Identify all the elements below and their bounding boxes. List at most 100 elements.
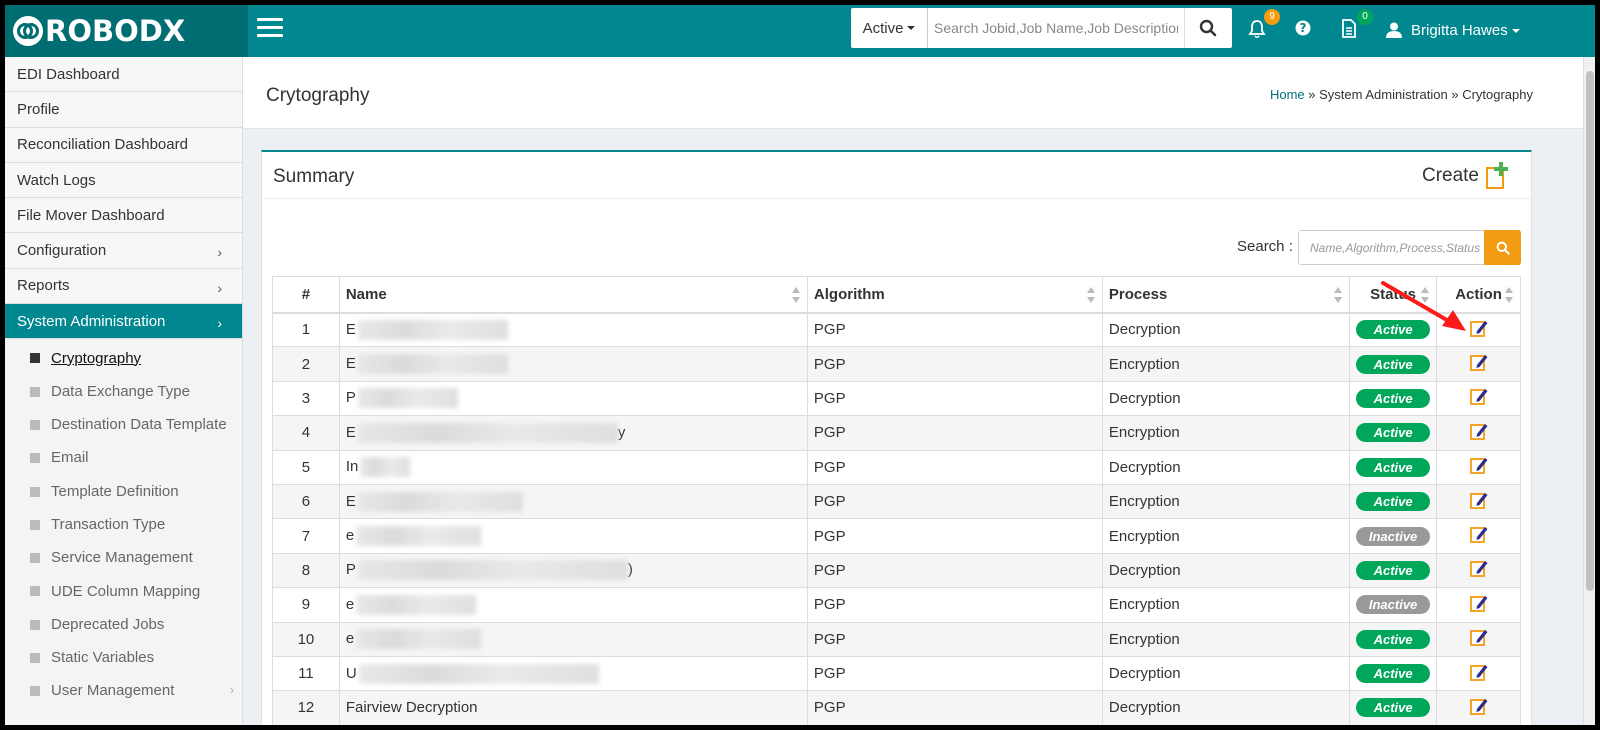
- cell-name: e: [338, 518, 808, 554]
- table-body: 1 E PGP Decryption Active 2 E PGP Encryption Acti…: [272, 311, 1521, 725]
- edit-icon[interactable]: [1469, 558, 1489, 578]
- edit-icon[interactable]: [1469, 627, 1489, 647]
- sidebar-item-watch-logs[interactable]: Watch Logs: [5, 162, 242, 199]
- status-badge: Active: [1356, 320, 1431, 340]
- sidebar-item-reports[interactable]: Reports ›: [5, 268, 242, 305]
- sidebar-subitem-label: UDE Column Mapping: [51, 582, 201, 600]
- sort-icon: [791, 287, 801, 303]
- row-name: P: [345, 561, 356, 579]
- edit-icon[interactable]: [1469, 490, 1489, 510]
- sidebar-item-file-mover-dashboard[interactable]: File Mover Dashboard: [5, 198, 242, 234]
- cell-number: 8: [272, 552, 340, 589]
- cell-status: Active: [1349, 311, 1438, 348]
- edit-icon[interactable]: [1469, 318, 1489, 338]
- notifications-button[interactable]: 9: [1248, 9, 1280, 41]
- cell-status: Active: [1349, 346, 1438, 382]
- edit-icon[interactable]: [1469, 524, 1489, 544]
- breadcrumb-home-link[interactable]: Home: [1270, 87, 1305, 102]
- status-badge: Inactive: [1356, 526, 1431, 546]
- user-menu[interactable]: Brigitta Hawes: [1385, 18, 1520, 42]
- edit-icon[interactable]: [1469, 386, 1489, 406]
- table-search-label: Search :: [1237, 238, 1293, 255]
- cell-status: Active: [1349, 655, 1438, 692]
- document-icon: [1342, 19, 1356, 38]
- cell-name: P: [338, 380, 808, 417]
- chevron-right-icon: ›: [217, 279, 222, 296]
- breadcrumb-separator: »: [1447, 87, 1463, 102]
- cell-number: 10: [272, 621, 340, 657]
- svg-text:?: ?: [1300, 21, 1307, 35]
- sidebar-item-reconciliation-dashboard[interactable]: Reconciliation Dashboard: [5, 127, 242, 163]
- cell-name: U: [338, 655, 808, 692]
- sidebar-subitem-label: Data Exchange Type: [51, 382, 190, 400]
- cell-name: e: [338, 621, 808, 657]
- sidebar-subitem-ude-column-mapping[interactable]: UDE Column Mapping: [5, 574, 242, 607]
- user-icon: [1386, 22, 1402, 38]
- cell-algorithm: PGP: [806, 518, 1103, 554]
- sidebar-subitem-data-exchange-type[interactable]: Data Exchange Type: [5, 375, 242, 408]
- sidebar-subitem-cryptography[interactable]: Cryptography: [5, 341, 242, 374]
- sidebar-item-system-administration[interactable]: System Administration ›: [5, 304, 242, 340]
- scrollbar-thumb[interactable]: [1586, 71, 1594, 591]
- cell-number: 9: [272, 587, 340, 623]
- table-search-button[interactable]: [1484, 230, 1521, 265]
- brand-logo[interactable]: ROBODX: [5, 5, 248, 57]
- redacted-text: [357, 491, 523, 512]
- cell-algorithm: PGP: [806, 449, 1103, 485]
- sidebar-subitem-static-variables[interactable]: Static Variables: [5, 641, 242, 674]
- chevron-right-icon: ›: [217, 315, 222, 332]
- edit-icon[interactable]: [1469, 352, 1489, 372]
- row-name: E: [345, 423, 356, 441]
- cell-number: 2: [272, 346, 340, 382]
- row-name: P: [345, 389, 356, 407]
- tasks-button[interactable]: 0: [1341, 9, 1373, 41]
- sidebar-subitem-email[interactable]: Email: [5, 441, 242, 474]
- caret-down-icon: [907, 26, 916, 30]
- table-row: 9 e PGP Encryption Inactive: [272, 587, 1521, 623]
- sidebar-subitem-template-definition[interactable]: Template Definition: [5, 475, 242, 508]
- column-header-status[interactable]: Status: [1349, 276, 1438, 314]
- sidebar-subitem-deprecated-jobs[interactable]: Deprecated Jobs: [5, 608, 242, 641]
- global-search-button[interactable]: [1184, 8, 1230, 48]
- status-filter-dropdown[interactable]: Active: [851, 8, 928, 48]
- question-circle-icon: ?: [1295, 20, 1311, 36]
- sidebar-subitem-service-management[interactable]: Service Management: [5, 541, 242, 574]
- caret-down-icon: [1511, 29, 1520, 33]
- redacted-text: [356, 526, 482, 547]
- sidebar-item-edi-dashboard[interactable]: EDI Dashboard: [5, 57, 242, 93]
- row-name-tail: ): [627, 561, 633, 579]
- sidebar-subitem-user-management[interactable]: User Management ›: [5, 674, 242, 707]
- global-search-input[interactable]: [928, 8, 1184, 48]
- table-row: 8 P) PGP Decryption Active: [272, 552, 1521, 589]
- page-scrollbar[interactable]: [1583, 57, 1595, 725]
- menu-toggle-icon[interactable]: [257, 18, 283, 40]
- create-button[interactable]: Create: [1422, 162, 1511, 190]
- edit-icon[interactable]: [1469, 662, 1489, 682]
- page-title: Crytography: [266, 85, 370, 106]
- cell-name: E: [338, 346, 808, 382]
- sidebar-subitem-destination-data-template[interactable]: Destination Data Template: [5, 408, 242, 441]
- status-badge: Active: [1356, 629, 1431, 649]
- edit-icon[interactable]: [1469, 455, 1489, 475]
- column-header-name[interactable]: Name: [338, 276, 808, 314]
- help-button[interactable]: ?: [1294, 19, 1316, 41]
- edit-icon[interactable]: [1469, 421, 1489, 441]
- cell-process: Encryption: [1101, 621, 1351, 657]
- status-badge: Active: [1356, 698, 1431, 718]
- redacted-text: [357, 560, 628, 581]
- edit-icon[interactable]: [1469, 696, 1489, 716]
- panel-title: Summary: [273, 166, 355, 187]
- sidebar-item-profile[interactable]: Profile: [5, 92, 242, 128]
- column-header-algorithm[interactable]: Algorithm: [806, 276, 1103, 314]
- column-header-process[interactable]: Process: [1101, 276, 1351, 314]
- cell-status: Active: [1349, 552, 1438, 589]
- search-icon: [1496, 241, 1510, 255]
- column-header-action[interactable]: Action: [1436, 276, 1521, 314]
- sidebar-subitem-transaction-type[interactable]: Transaction Type: [5, 508, 242, 541]
- edit-icon[interactable]: [1469, 593, 1489, 613]
- status-badge: Inactive: [1356, 595, 1431, 615]
- sidebar-item-configuration[interactable]: Configuration ›: [5, 233, 242, 269]
- sidebar-item-label: Reports: [17, 277, 70, 295]
- table-row: 3 P PGP Decryption Active: [272, 380, 1521, 417]
- cell-action: [1436, 311, 1521, 348]
